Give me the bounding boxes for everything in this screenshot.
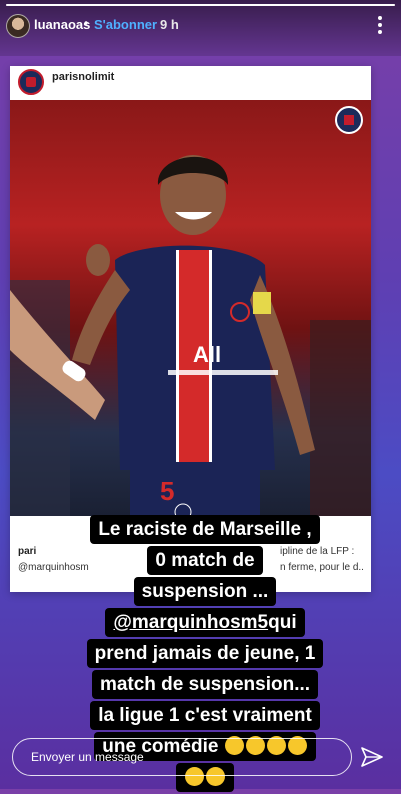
reply-message-input[interactable]: Envoyer un message [12, 738, 352, 776]
send-icon[interactable] [360, 746, 384, 768]
avatar[interactable] [6, 14, 30, 38]
separator-dot: • [84, 16, 89, 30]
story-header: luanaoas • S'abonner 9 h [0, 0, 401, 56]
sticker-line: match de suspension... [91, 670, 319, 699]
sticker-line: suspension ... [133, 577, 277, 606]
sticker-line: Le raciste de Marseille , [90, 515, 320, 544]
story-progress-bar [6, 4, 395, 6]
reply-placeholder: Envoyer un message [31, 750, 144, 764]
story-timestamp: 9 h [160, 17, 179, 32]
story-progress-fill [6, 4, 395, 6]
mention-link[interactable]: @marquinhosm5 [113, 610, 268, 635]
subscribe-button[interactable]: S'abonner [94, 17, 157, 32]
more-vertical-icon[interactable] [371, 14, 389, 36]
story-username[interactable]: luanaoas [34, 17, 90, 32]
sticker-line: la ligue 1 c'est vraiment [90, 701, 320, 730]
sticker-line: prend jamais de jeune, 1 [86, 639, 324, 668]
story-overlay: Le raciste de Marseille , 0 match de sus… [0, 0, 401, 792]
sticker-line: 0 match de [147, 546, 263, 575]
sticker-mention-line: @marquinhosm5 qui [105, 608, 305, 637]
